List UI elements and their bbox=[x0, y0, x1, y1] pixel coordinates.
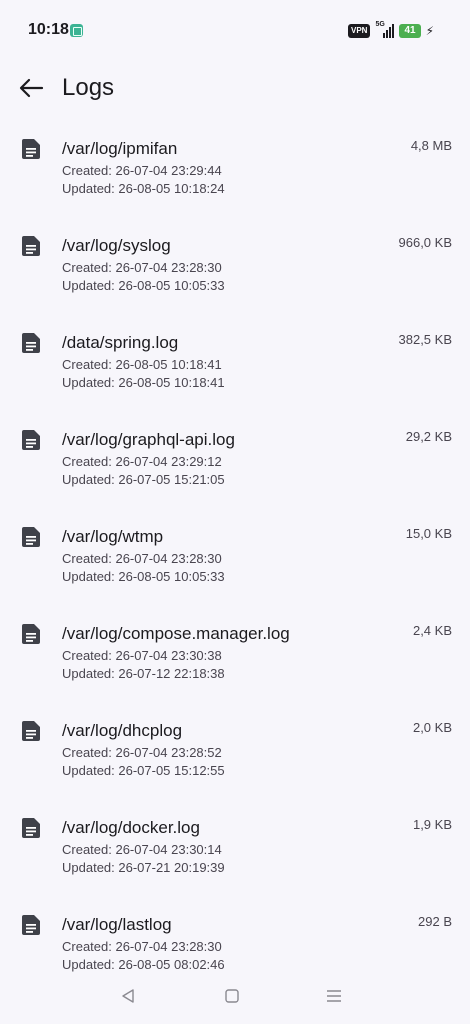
log-name: /data/spring.log bbox=[62, 333, 179, 352]
description-icon bbox=[22, 430, 40, 450]
log-created: Created: 26-07-04 23:29:12 bbox=[62, 454, 222, 469]
log-item[interactable]: /var/log/dhcplog Created: 26-07-04 23:28… bbox=[0, 702, 470, 799]
log-size: 966,0 KB bbox=[398, 235, 453, 250]
log-created: Created: 26-07-04 23:30:38 bbox=[62, 648, 222, 663]
description-icon bbox=[22, 527, 40, 547]
log-updated: Updated: 26-08-05 10:18:41 bbox=[62, 375, 225, 390]
log-created: Created: 26-07-04 23:28:30 bbox=[62, 551, 222, 566]
log-size: 2,0 KB bbox=[412, 720, 452, 735]
log-name: /var/log/docker.log bbox=[62, 818, 200, 837]
description-icon bbox=[22, 333, 40, 353]
log-updated: Updated: 26-07-05 15:12:55 bbox=[62, 763, 225, 778]
nav-home-button[interactable] bbox=[220, 984, 244, 1008]
battery-icon: 41 bbox=[399, 24, 421, 38]
log-updated: Updated: 26-08-05 10:05:33 bbox=[62, 569, 225, 584]
log-created: Created: 26-08-05 10:18:41 bbox=[62, 357, 222, 372]
status-bar: 10:18 VPN 5G 41 ⚡ bbox=[0, 0, 470, 60]
log-updated: Updated: 26-07-21 20:19:39 bbox=[62, 860, 225, 875]
nav-recents-button[interactable] bbox=[322, 984, 346, 1008]
log-updated: Updated: 26-07-12 22:18:38 bbox=[62, 666, 225, 681]
log-name: /var/log/wtmp bbox=[62, 527, 164, 546]
triangle-back-icon bbox=[122, 989, 134, 1003]
log-item[interactable]: /var/log/ipmifan Created: 26-07-04 23:29… bbox=[0, 120, 470, 217]
log-created: Created: 26-07-04 23:29:44 bbox=[62, 163, 222, 178]
log-item[interactable]: /var/log/graphql-api.log Created: 26-07-… bbox=[0, 411, 470, 508]
log-name: /var/log/graphql-api.log bbox=[62, 430, 235, 449]
log-item[interactable]: /var/log/docker.log Created: 26-07-04 23… bbox=[0, 799, 470, 896]
log-created: Created: 26-07-04 23:30:14 bbox=[62, 842, 222, 857]
log-created: Created: 26-07-04 23:28:30 bbox=[62, 939, 222, 954]
charging-icon: ⚡ bbox=[425, 24, 434, 38]
log-size: 292 B bbox=[418, 914, 452, 929]
log-created: Created: 26-07-04 23:28:52 bbox=[62, 745, 222, 760]
vpn-badge: VPN bbox=[347, 24, 371, 38]
log-name: /var/log/ipmifan bbox=[62, 139, 178, 158]
log-updated: Updated: 26-07-05 15:21:05 bbox=[62, 472, 225, 487]
status-time: 10:18 bbox=[28, 21, 69, 38]
log-updated: Updated: 26-08-05 10:18:24 bbox=[62, 181, 225, 196]
log-size: 4,8 MB bbox=[410, 138, 452, 153]
status-indicators: VPN 5G 41 ⚡ bbox=[347, 21, 434, 40]
arrow-back-icon bbox=[19, 78, 44, 98]
log-item[interactable]: /var/log/compose.manager.log Created: 26… bbox=[0, 605, 470, 702]
app-bar: Logs bbox=[0, 66, 470, 110]
log-size: 2,4 KB bbox=[412, 623, 452, 638]
log-name: /var/log/lastlog bbox=[62, 915, 172, 934]
log-updated: Updated: 26-08-05 08:02:46 bbox=[62, 957, 225, 972]
signal-icon: 5G bbox=[375, 21, 395, 38]
menu-lines-icon bbox=[327, 990, 341, 1002]
log-list: /var/log/ipmifan Created: 26-07-04 23:29… bbox=[0, 120, 470, 993]
description-icon bbox=[22, 721, 40, 741]
description-icon bbox=[22, 915, 40, 935]
log-name: /var/log/syslog bbox=[62, 236, 171, 255]
log-item[interactable]: /var/log/wtmp Created: 26-07-04 23:28:30… bbox=[0, 508, 470, 605]
description-icon bbox=[22, 624, 40, 644]
system-nav-bar bbox=[0, 972, 470, 1024]
page-title: Logs bbox=[62, 74, 115, 101]
square-home-icon bbox=[225, 989, 239, 1003]
log-created: Created: 26-07-04 23:28:30 bbox=[62, 260, 222, 275]
log-name: /var/log/compose.manager.log bbox=[62, 624, 290, 643]
description-icon bbox=[22, 139, 40, 159]
log-size: 15,0 KB bbox=[405, 526, 452, 541]
log-item[interactable]: /var/log/syslog Created: 26-07-04 23:28:… bbox=[0, 217, 470, 314]
log-updated: Updated: 26-08-05 10:05:33 bbox=[62, 278, 225, 293]
log-name: /var/log/dhcplog bbox=[62, 721, 183, 740]
back-button[interactable] bbox=[18, 76, 44, 100]
log-item[interactable]: /data/spring.log Created: 26-08-05 10:18… bbox=[0, 314, 470, 411]
gallery-notification-icon bbox=[70, 24, 83, 37]
log-size: 382,5 KB bbox=[398, 332, 453, 347]
network-type: 5G bbox=[375, 21, 385, 28]
log-size: 1,9 KB bbox=[412, 817, 452, 832]
log-size: 29,2 KB bbox=[405, 429, 452, 444]
description-icon bbox=[22, 818, 40, 838]
nav-back-button[interactable] bbox=[116, 984, 140, 1008]
description-icon bbox=[22, 236, 40, 256]
